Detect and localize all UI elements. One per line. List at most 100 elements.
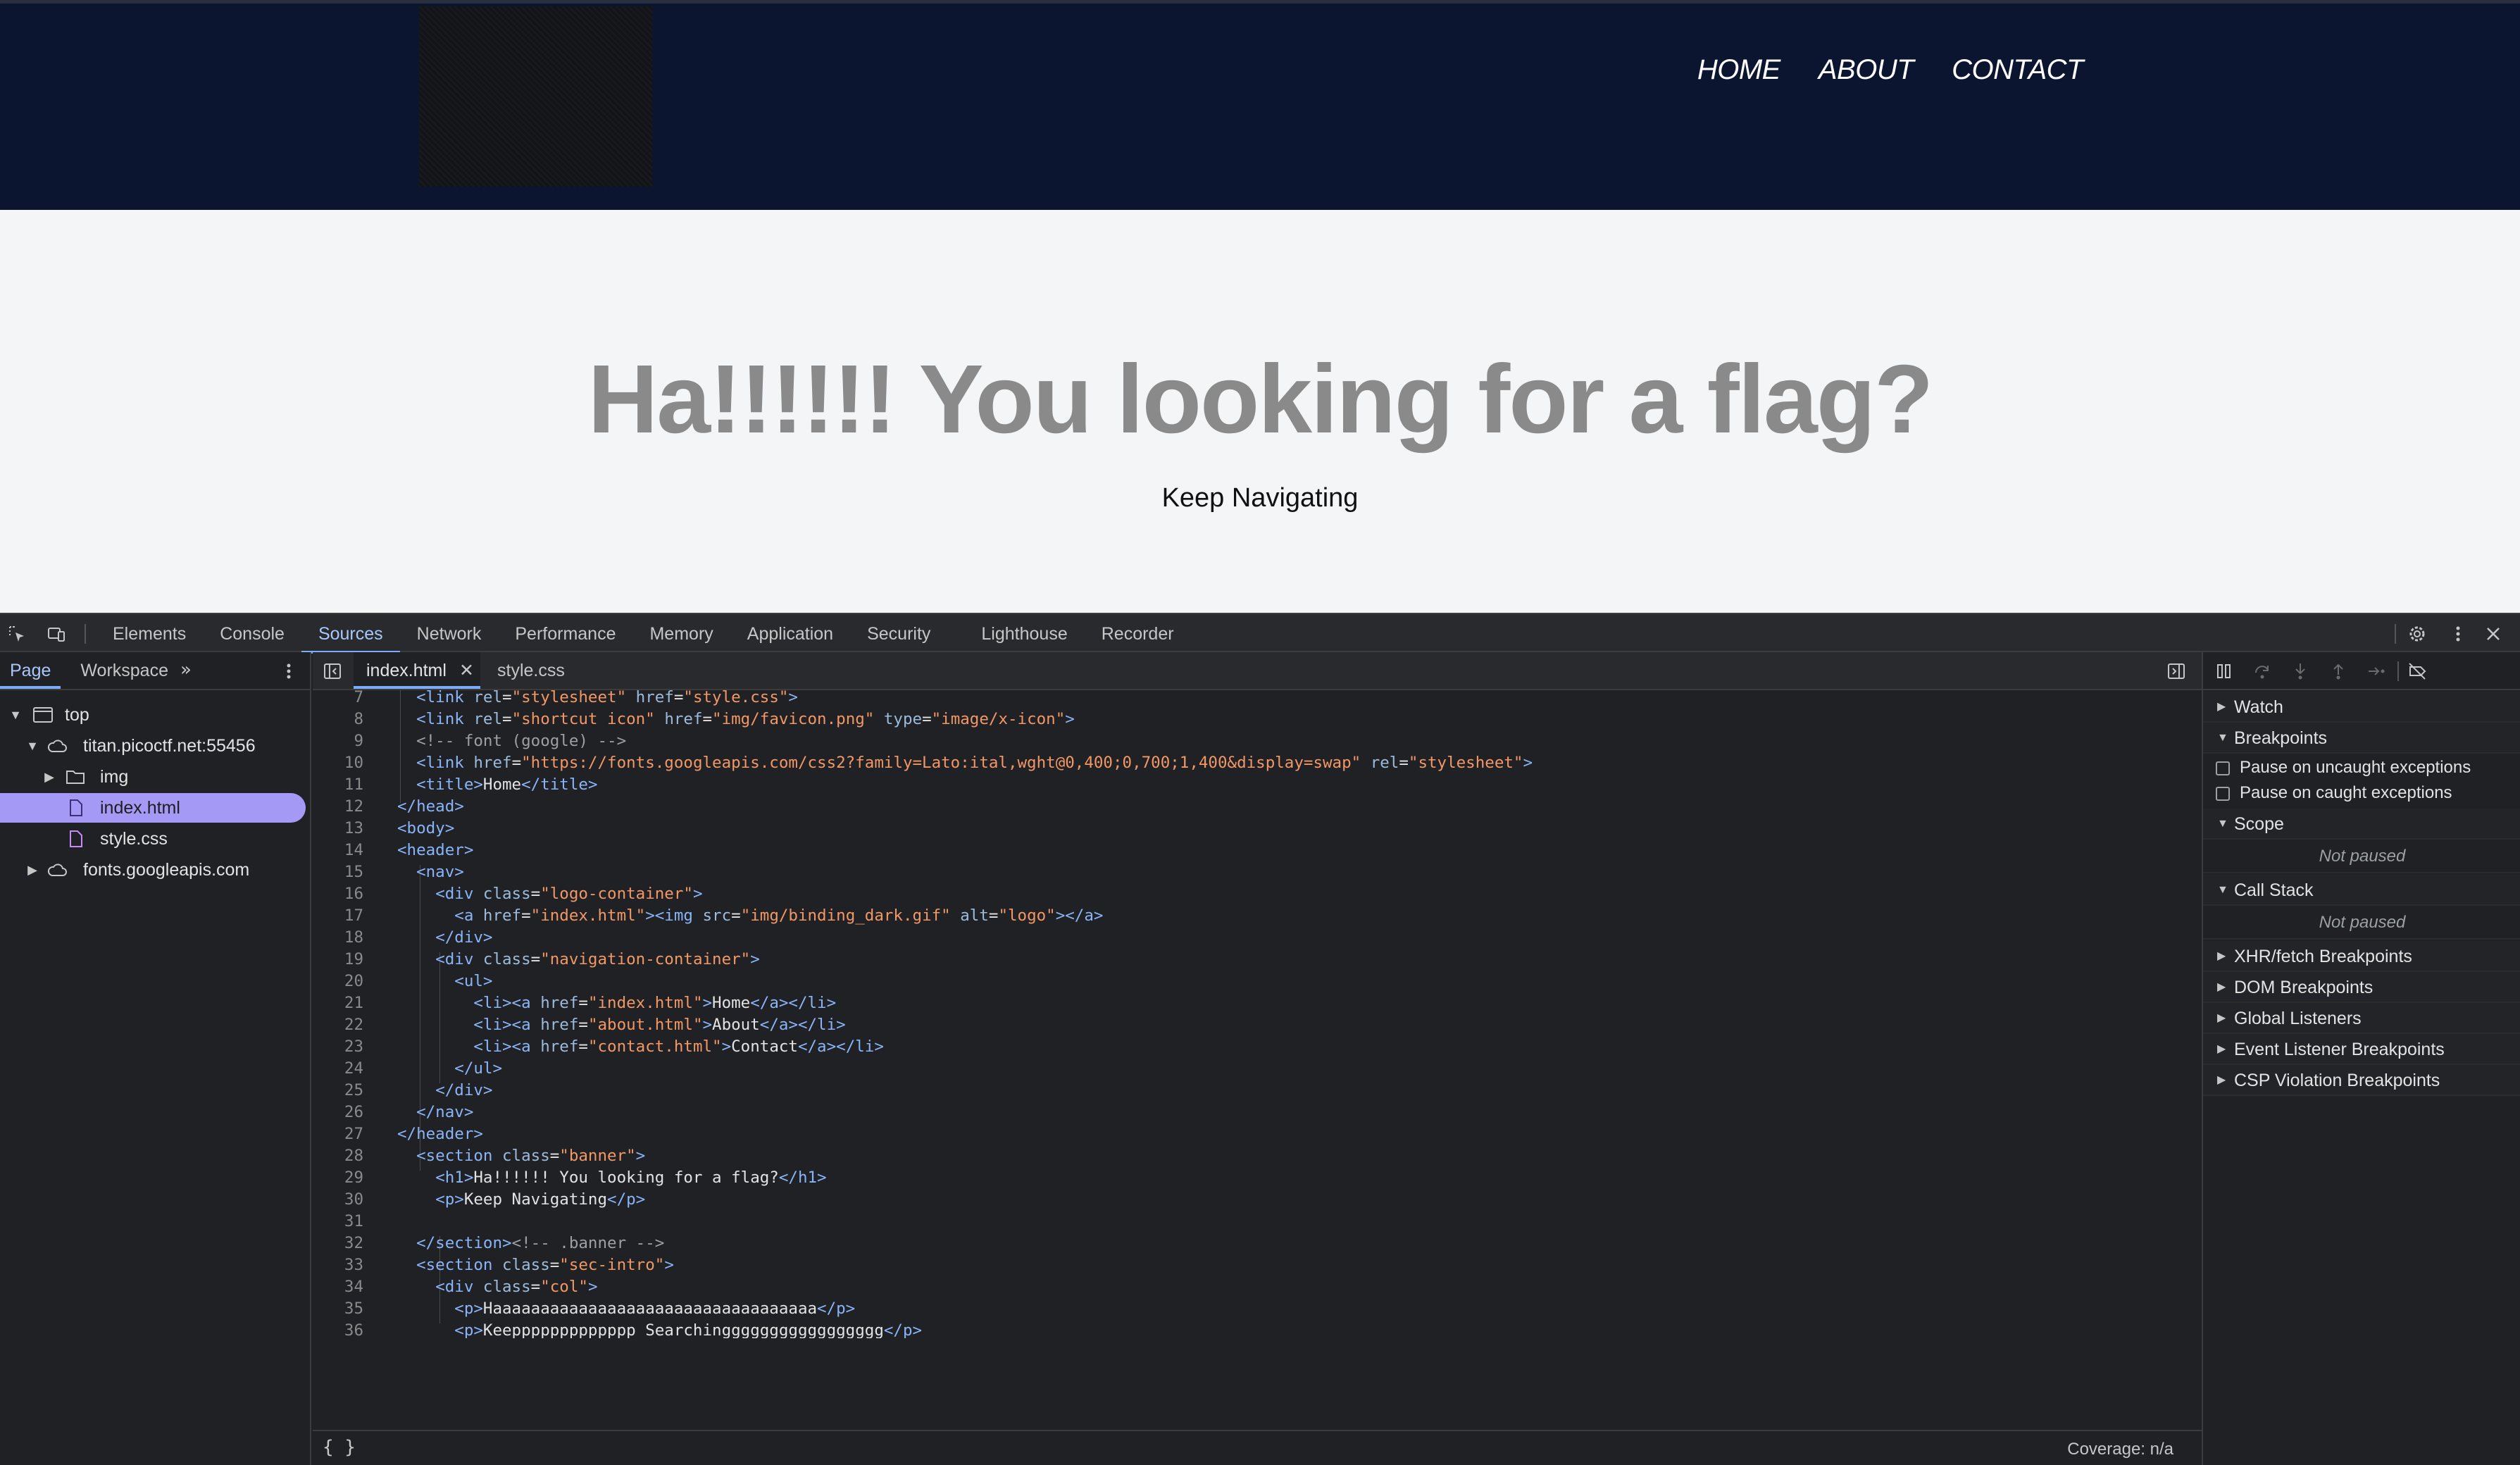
tab-network[interactable]: Network (400, 614, 499, 654)
line-number[interactable]: 13 (313, 818, 363, 840)
line-number[interactable]: 31 (313, 1211, 363, 1233)
line-number[interactable]: 20 (313, 971, 363, 992)
collapsed-arrow-icon[interactable]: ▶ (42, 762, 56, 792)
code-editor[interactable]: 7 <link rel="stylesheet" href="style.css… (313, 690, 2202, 1338)
watch-section[interactable]: ▶ Watch (2203, 692, 2520, 723)
line-number[interactable]: 33 (313, 1254, 363, 1276)
line-number[interactable]: 35 (313, 1298, 363, 1320)
nav-contact-link[interactable]: CONTACT (1952, 54, 2083, 86)
device-toolbar-icon[interactable] (46, 624, 66, 644)
checkbox-label: Pause on uncaught exceptions (2240, 758, 2471, 777)
collapsed-arrow-icon[interactable]: ▶ (25, 855, 39, 885)
line-number[interactable]: 25 (313, 1080, 363, 1102)
line-number[interactable]: 11 (313, 774, 363, 796)
debugger-toolbar (2203, 652, 2520, 690)
scope-section[interactable]: ▼ Scope (2203, 809, 2520, 840)
line-number[interactable]: 16 (313, 883, 363, 905)
line-number[interactable]: 15 (313, 861, 363, 883)
section-label: DOM Breakpoints (2234, 978, 2374, 997)
nav-about-link[interactable]: ABOUT (1819, 54, 1914, 86)
checkbox[interactable] (2216, 761, 2230, 775)
line-number[interactable]: 32 (313, 1233, 363, 1254)
site-nav: HOME ABOUT CONTACT (1697, 54, 2084, 86)
line-number[interactable]: 24 (313, 1058, 363, 1080)
event-listener-breakpoints-section[interactable]: ▶ Event Listener Breakpoints (2203, 1034, 2520, 1065)
pause-uncaught-checkbox[interactable]: Pause on uncaught exceptions (2203, 755, 2520, 780)
navigator-menu-icon[interactable] (279, 661, 299, 681)
collapsed-arrow-icon: ▶ (2217, 981, 2226, 993)
line-number[interactable]: 18 (313, 927, 363, 949)
tab-workspace[interactable]: Workspace (70, 652, 178, 689)
line-number[interactable]: 36 (313, 1320, 363, 1338)
tab-page[interactable]: Page (0, 652, 61, 689)
step-into-icon[interactable] (2290, 661, 2310, 681)
xhr-breakpoints-section[interactable]: ▶ XHR/fetch Breakpoints (2203, 941, 2520, 972)
toolbar-divider (2395, 624, 2396, 644)
tab-application[interactable]: Application (730, 614, 850, 654)
more-options-icon[interactable] (2448, 624, 2468, 644)
line-number[interactable]: 23 (313, 1036, 363, 1058)
line-number[interactable]: 10 (313, 752, 363, 774)
nav-home-link[interactable]: HOME (1697, 54, 1781, 86)
tab-sources[interactable]: Sources (301, 614, 400, 654)
settings-gear-icon[interactable] (2407, 624, 2427, 644)
dom-breakpoints-section[interactable]: ▶ DOM Breakpoints (2203, 972, 2520, 1003)
tree-item-style-css[interactable]: style.css (0, 824, 306, 854)
line-number[interactable]: 21 (313, 992, 363, 1014)
line-number[interactable]: 7 (313, 690, 363, 709)
toggle-debugger-icon[interactable] (2166, 661, 2186, 681)
deactivate-breakpoints-icon[interactable] (2407, 661, 2427, 681)
line-number[interactable]: 17 (313, 905, 363, 927)
line-number[interactable]: 29 (313, 1167, 363, 1189)
step-out-icon[interactable] (2328, 661, 2348, 681)
line-number[interactable]: 14 (313, 840, 363, 861)
checkbox[interactable] (2216, 787, 2230, 801)
tree-item-index-html[interactable]: index.html (0, 793, 306, 823)
tree-item-fonts[interactable]: ▶ fonts.googleapis.com (0, 855, 306, 885)
expanded-arrow-icon[interactable]: ▼ (25, 731, 39, 761)
tree-item-img-folder[interactable]: ▶ img (0, 762, 306, 792)
tab-console[interactable]: Console (203, 614, 301, 654)
tree-item-host[interactable]: ▼ titan.picoctf.net:55456 (0, 731, 306, 761)
close-tab-icon[interactable]: ✕ (459, 652, 474, 689)
code-text: </ul> (454, 1059, 503, 1078)
more-tabs-chevron-icon[interactable]: » (180, 659, 192, 680)
tab-lighthouse[interactable]: Lighthouse (964, 614, 1084, 654)
step-over-icon[interactable] (2252, 661, 2272, 681)
collapsed-arrow-icon: ▶ (2217, 1012, 2226, 1024)
breakpoints-section[interactable]: ▼ Breakpoints (2203, 723, 2520, 754)
call-stack-section[interactable]: ▼ Call Stack (2203, 875, 2520, 906)
line-number[interactable]: 30 (313, 1189, 363, 1211)
line-number[interactable]: 9 (313, 730, 363, 752)
pause-caught-checkbox[interactable]: Pause on caught exceptions (2203, 780, 2520, 806)
tab-performance[interactable]: Performance (498, 614, 632, 654)
global-listeners-section[interactable]: ▶ Global Listeners (2203, 1003, 2520, 1034)
close-devtools-icon[interactable] (2483, 624, 2503, 644)
code-text: <title>Home</title> (416, 775, 598, 794)
toggle-navigator-icon[interactable] (323, 661, 342, 681)
editor-tab-label: style.css (497, 661, 565, 680)
line-number[interactable]: 28 (313, 1145, 363, 1167)
tab-security[interactable]: Security (850, 614, 947, 654)
pretty-print-icon[interactable]: { } (323, 1437, 356, 1458)
editor-tab-style-css[interactable]: style.css (497, 652, 582, 689)
editor-tab-index-html[interactable]: index.html ✕ (354, 652, 480, 689)
devtools-toolbar: Elements Console Sources Network Perform… (0, 613, 2520, 654)
tab-recorder[interactable]: Recorder (1085, 614, 1191, 654)
site-logo[interactable] (419, 6, 653, 187)
step-icon[interactable] (2366, 661, 2386, 681)
line-number[interactable]: 8 (313, 709, 363, 730)
tree-item-top[interactable]: ▼ top (0, 700, 306, 730)
line-number[interactable]: 34 (313, 1276, 363, 1298)
csp-violation-breakpoints-section[interactable]: ▶ CSP Violation Breakpoints (2203, 1065, 2520, 1096)
line-number[interactable]: 26 (313, 1102, 363, 1123)
line-number[interactable]: 12 (313, 796, 363, 818)
expanded-arrow-icon[interactable]: ▼ (8, 700, 23, 730)
line-number[interactable]: 27 (313, 1123, 363, 1145)
pause-resume-icon[interactable] (2214, 661, 2234, 681)
line-number[interactable]: 19 (313, 949, 363, 971)
tab-memory[interactable]: Memory (632, 614, 730, 654)
line-number[interactable]: 22 (313, 1014, 363, 1036)
inspect-element-icon[interactable] (7, 624, 27, 644)
tab-elements[interactable]: Elements (96, 614, 203, 654)
